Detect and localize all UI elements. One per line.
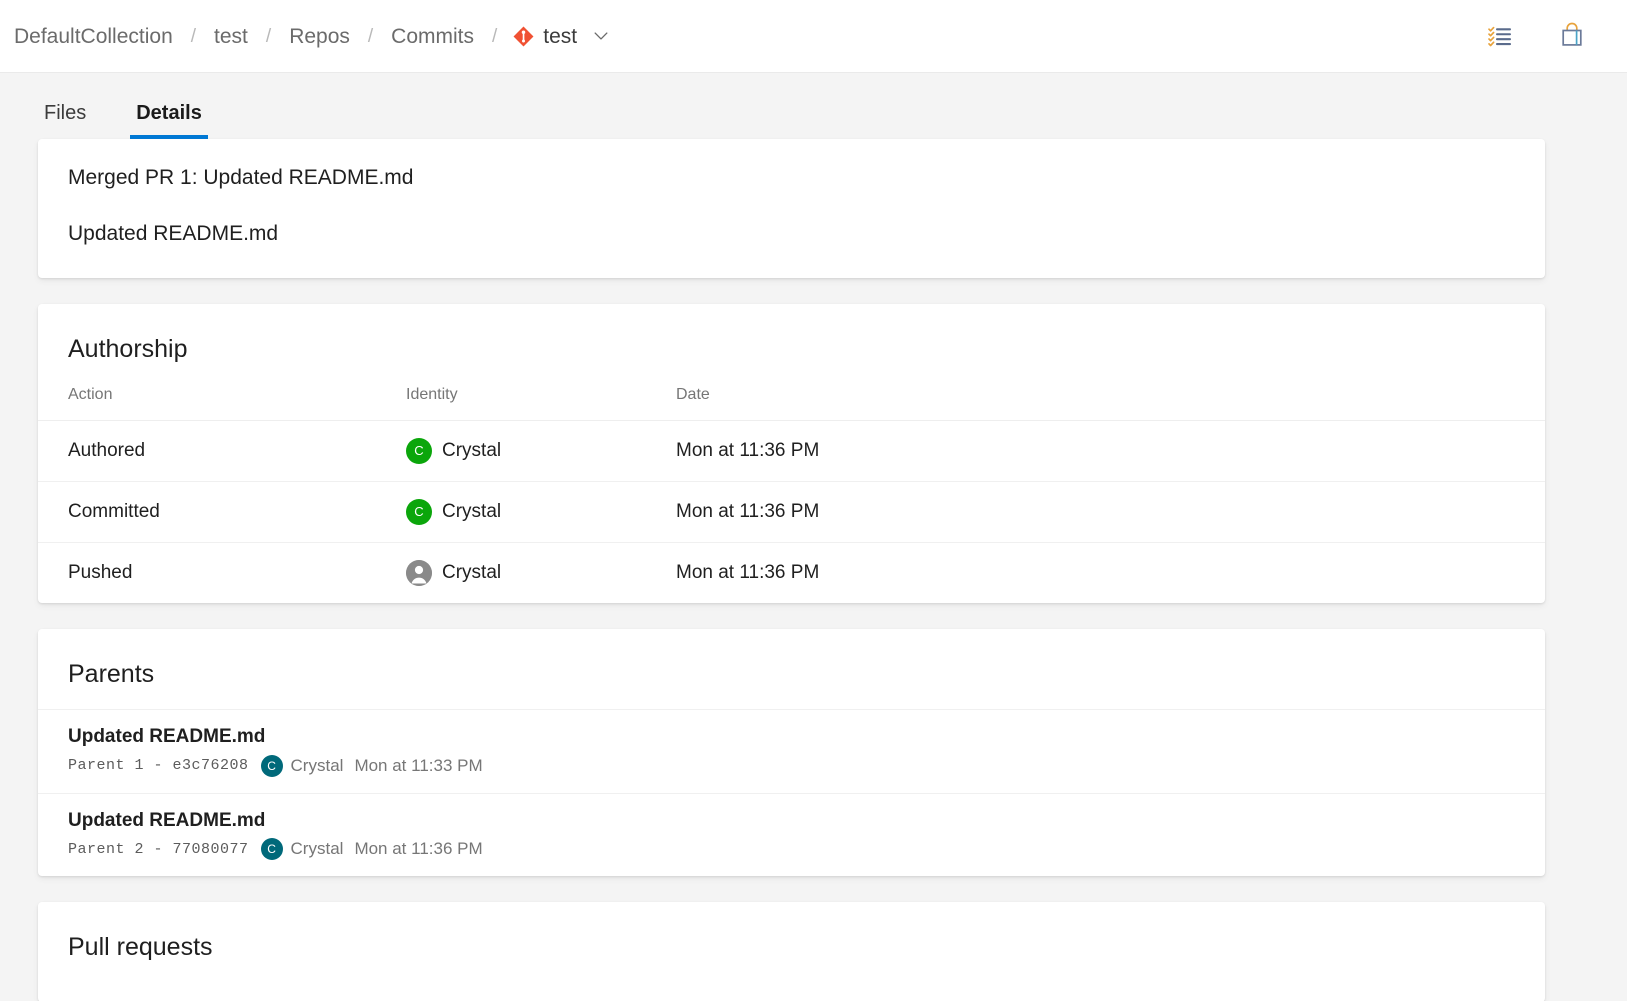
list-item[interactable]: Updated README.md Parent 1 - e3c76208 C … xyxy=(38,709,1545,793)
work-items-icon[interactable] xyxy=(1483,19,1517,53)
avatar: C xyxy=(406,438,432,464)
list-item[interactable]: Updated README.md Parent 2 - 77080077 C … xyxy=(38,793,1545,877)
authorship-card: Authorship Action Identity Date Authored… xyxy=(38,304,1545,604)
identity-name: Crystal xyxy=(442,562,501,584)
pull-requests-card: Pull requests xyxy=(38,902,1545,1001)
top-navigation-bar: DefaultCollection / test / Repos / Commi… xyxy=(0,0,1627,73)
parent-hash[interactable]: Parent 1 - e3c76208 xyxy=(68,757,249,774)
avatar: C xyxy=(261,755,283,777)
parent-commit-title: Updated README.md xyxy=(68,724,1515,750)
main-content: Merged PR 1: Updated README.md Updated R… xyxy=(0,139,1627,1001)
chevron-down-icon[interactable] xyxy=(577,26,611,46)
tab-files[interactable]: Files xyxy=(38,103,92,139)
pull-requests-heading: Pull requests xyxy=(38,902,1545,962)
parent-date: Mon at 11:36 PM xyxy=(354,839,482,859)
column-header-action: Action xyxy=(38,386,406,421)
parent-commit-meta: Parent 2 - 77080077 C Crystal Mon at 11:… xyxy=(68,838,1515,860)
cell-date: Mon at 11:36 PM xyxy=(676,481,1545,542)
table-header-row: Action Identity Date xyxy=(38,386,1545,421)
avatar: C xyxy=(261,838,283,860)
breadcrumb-separator: / xyxy=(492,27,497,46)
table-row: Pushed Crystal Mon at 11:36 PM xyxy=(38,542,1545,603)
commit-message-card: Merged PR 1: Updated README.md Updated R… xyxy=(38,139,1545,278)
parent-commit-meta: Parent 1 - e3c76208 C Crystal Mon at 11:… xyxy=(68,755,1515,777)
breadcrumb-item-repos[interactable]: Repos xyxy=(287,22,352,51)
table-row: Authored C Crystal Mon at 11:36 PM xyxy=(38,420,1545,481)
parent-date: Mon at 11:33 PM xyxy=(354,756,482,776)
breadcrumb-separator: / xyxy=(266,27,271,46)
parents-heading: Parents xyxy=(38,629,1545,689)
authorship-table: Action Identity Date Authored C Crystal … xyxy=(38,386,1545,604)
cell-action: Authored xyxy=(38,420,406,481)
parent-author: Crystal xyxy=(291,839,344,859)
breadcrumb-item-commits[interactable]: Commits xyxy=(389,22,476,51)
cell-identity: Crystal xyxy=(406,542,676,603)
parents-card: Parents Updated README.md Parent 1 - e3c… xyxy=(38,629,1545,876)
tab-bar: Files Details xyxy=(0,73,1627,139)
avatar: C xyxy=(406,499,432,525)
avatar xyxy=(406,560,432,586)
cell-date: Mon at 11:36 PM xyxy=(676,420,1545,481)
breadcrumb-item-project[interactable]: test xyxy=(212,22,250,51)
parent-commit-title: Updated README.md xyxy=(68,808,1515,834)
breadcrumb-separator: / xyxy=(191,27,196,46)
breadcrumb-separator: / xyxy=(368,27,373,46)
cell-date: Mon at 11:36 PM xyxy=(676,542,1545,603)
breadcrumb: DefaultCollection / test / Repos / Commi… xyxy=(12,22,1483,51)
marketplace-bag-icon[interactable] xyxy=(1555,19,1589,53)
parent-author: Crystal xyxy=(291,756,344,776)
column-header-identity: Identity xyxy=(406,386,676,421)
cell-identity: C Crystal xyxy=(406,420,676,481)
repo-name-label: test xyxy=(543,26,577,47)
column-header-date: Date xyxy=(676,386,1545,421)
identity-name: Crystal xyxy=(442,501,501,523)
authorship-heading: Authorship xyxy=(38,304,1545,364)
cell-action: Committed xyxy=(38,481,406,542)
parent-hash[interactable]: Parent 2 - 77080077 xyxy=(68,841,249,858)
table-row: Committed C Crystal Mon at 11:36 PM xyxy=(38,481,1545,542)
commit-body: Updated README.md xyxy=(68,220,1515,247)
cell-identity: C Crystal xyxy=(406,481,676,542)
identity-name: Crystal xyxy=(442,440,501,462)
cell-action: Pushed xyxy=(38,542,406,603)
tab-details[interactable]: Details xyxy=(130,103,208,139)
repo-selector[interactable]: test xyxy=(513,26,577,47)
git-repo-icon xyxy=(513,26,534,47)
breadcrumb-item-collection[interactable]: DefaultCollection xyxy=(12,22,175,51)
commit-title: Merged PR 1: Updated README.md xyxy=(68,164,1515,191)
topbar-actions xyxy=(1483,19,1603,53)
parents-list: Updated README.md Parent 1 - e3c76208 C … xyxy=(38,709,1545,876)
